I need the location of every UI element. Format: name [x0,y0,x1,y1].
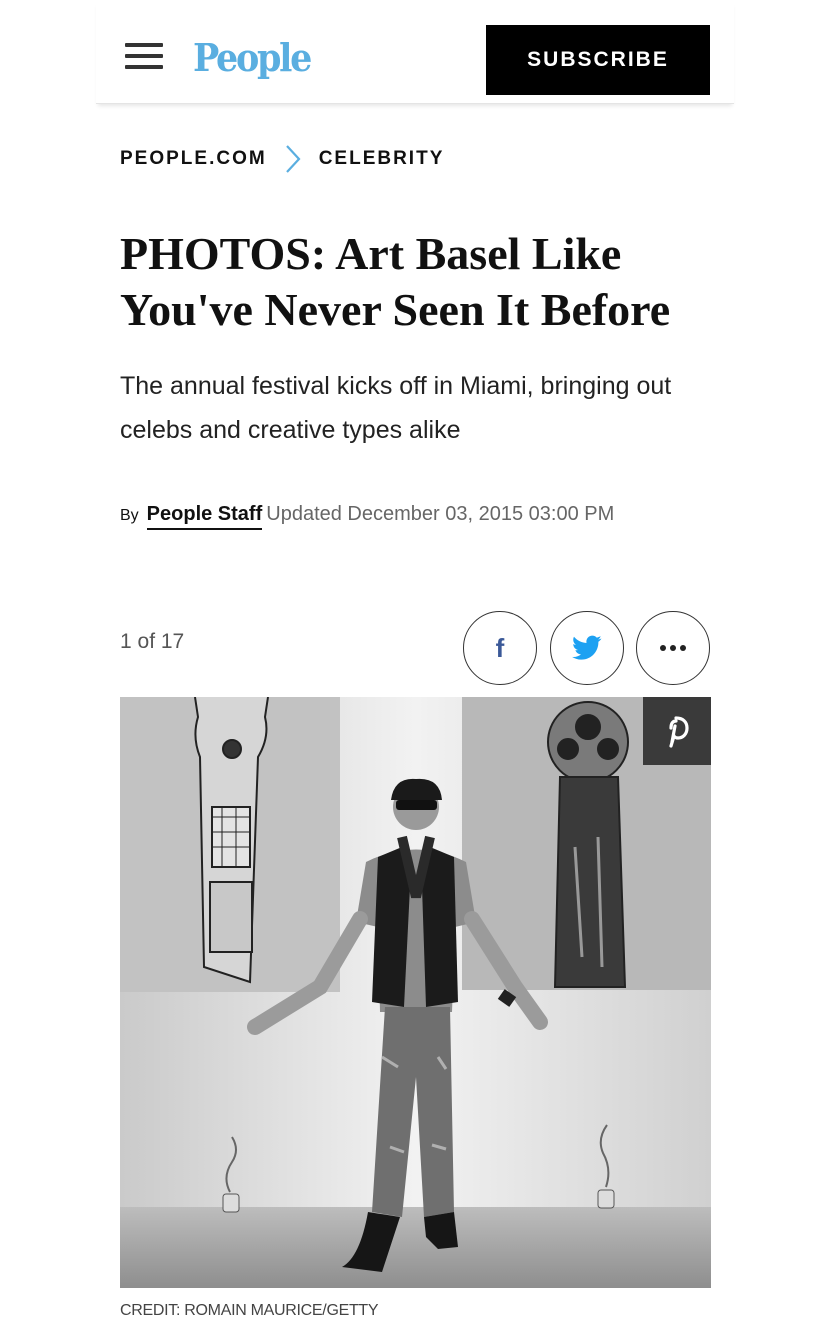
people-logo[interactable]: People [193,34,312,82]
chevron-right-icon [285,145,301,173]
facebook-share-button[interactable]: f [463,611,537,685]
menu-icon[interactable] [125,41,163,71]
twitter-share-button[interactable] [550,611,624,685]
menu-icon-bar-3 [125,65,163,69]
twitter-icon [572,635,602,660]
article-dek: The annual festival kicks off in Miami, … [120,372,672,444]
gallery-photo-image [120,697,711,1288]
menu-icon-bar-2 [125,54,163,58]
pinterest-icon [669,716,689,748]
breadcrumb: PEOPLE.COM CELEBRITY [120,145,444,173]
menu-icon-bar-1 [125,43,163,47]
subscribe-button[interactable]: SUBSCRIBE [486,25,710,95]
byline: By People Staff Updated December 03, 201… [120,503,614,535]
more-dots-icon [660,645,686,651]
site-header: People SUBSCRIBE [96,0,734,104]
updated-timestamp: Updated December 03, 2015 03:00 PM [266,503,615,525]
author-link[interactable]: People Staff [146,503,263,530]
article-headline: PHOTOS: Art Basel Like You've Never Seen… [120,228,671,335]
breadcrumb-item-people-com[interactable]: PEOPLE.COM [120,148,267,170]
more-share-button[interactable] [636,611,710,685]
breadcrumb-item-celebrity[interactable]: CELEBRITY [319,148,445,170]
byline-by-label: By [120,507,139,524]
photo-credit: CREDIT: ROMAIN MAURICE/GETTY [120,1302,379,1319]
facebook-icon: f [495,632,505,663]
gallery-photo[interactable] [120,697,711,1288]
pinterest-button[interactable] [643,697,711,765]
gallery-counter: 1 of 17 [120,630,185,653]
